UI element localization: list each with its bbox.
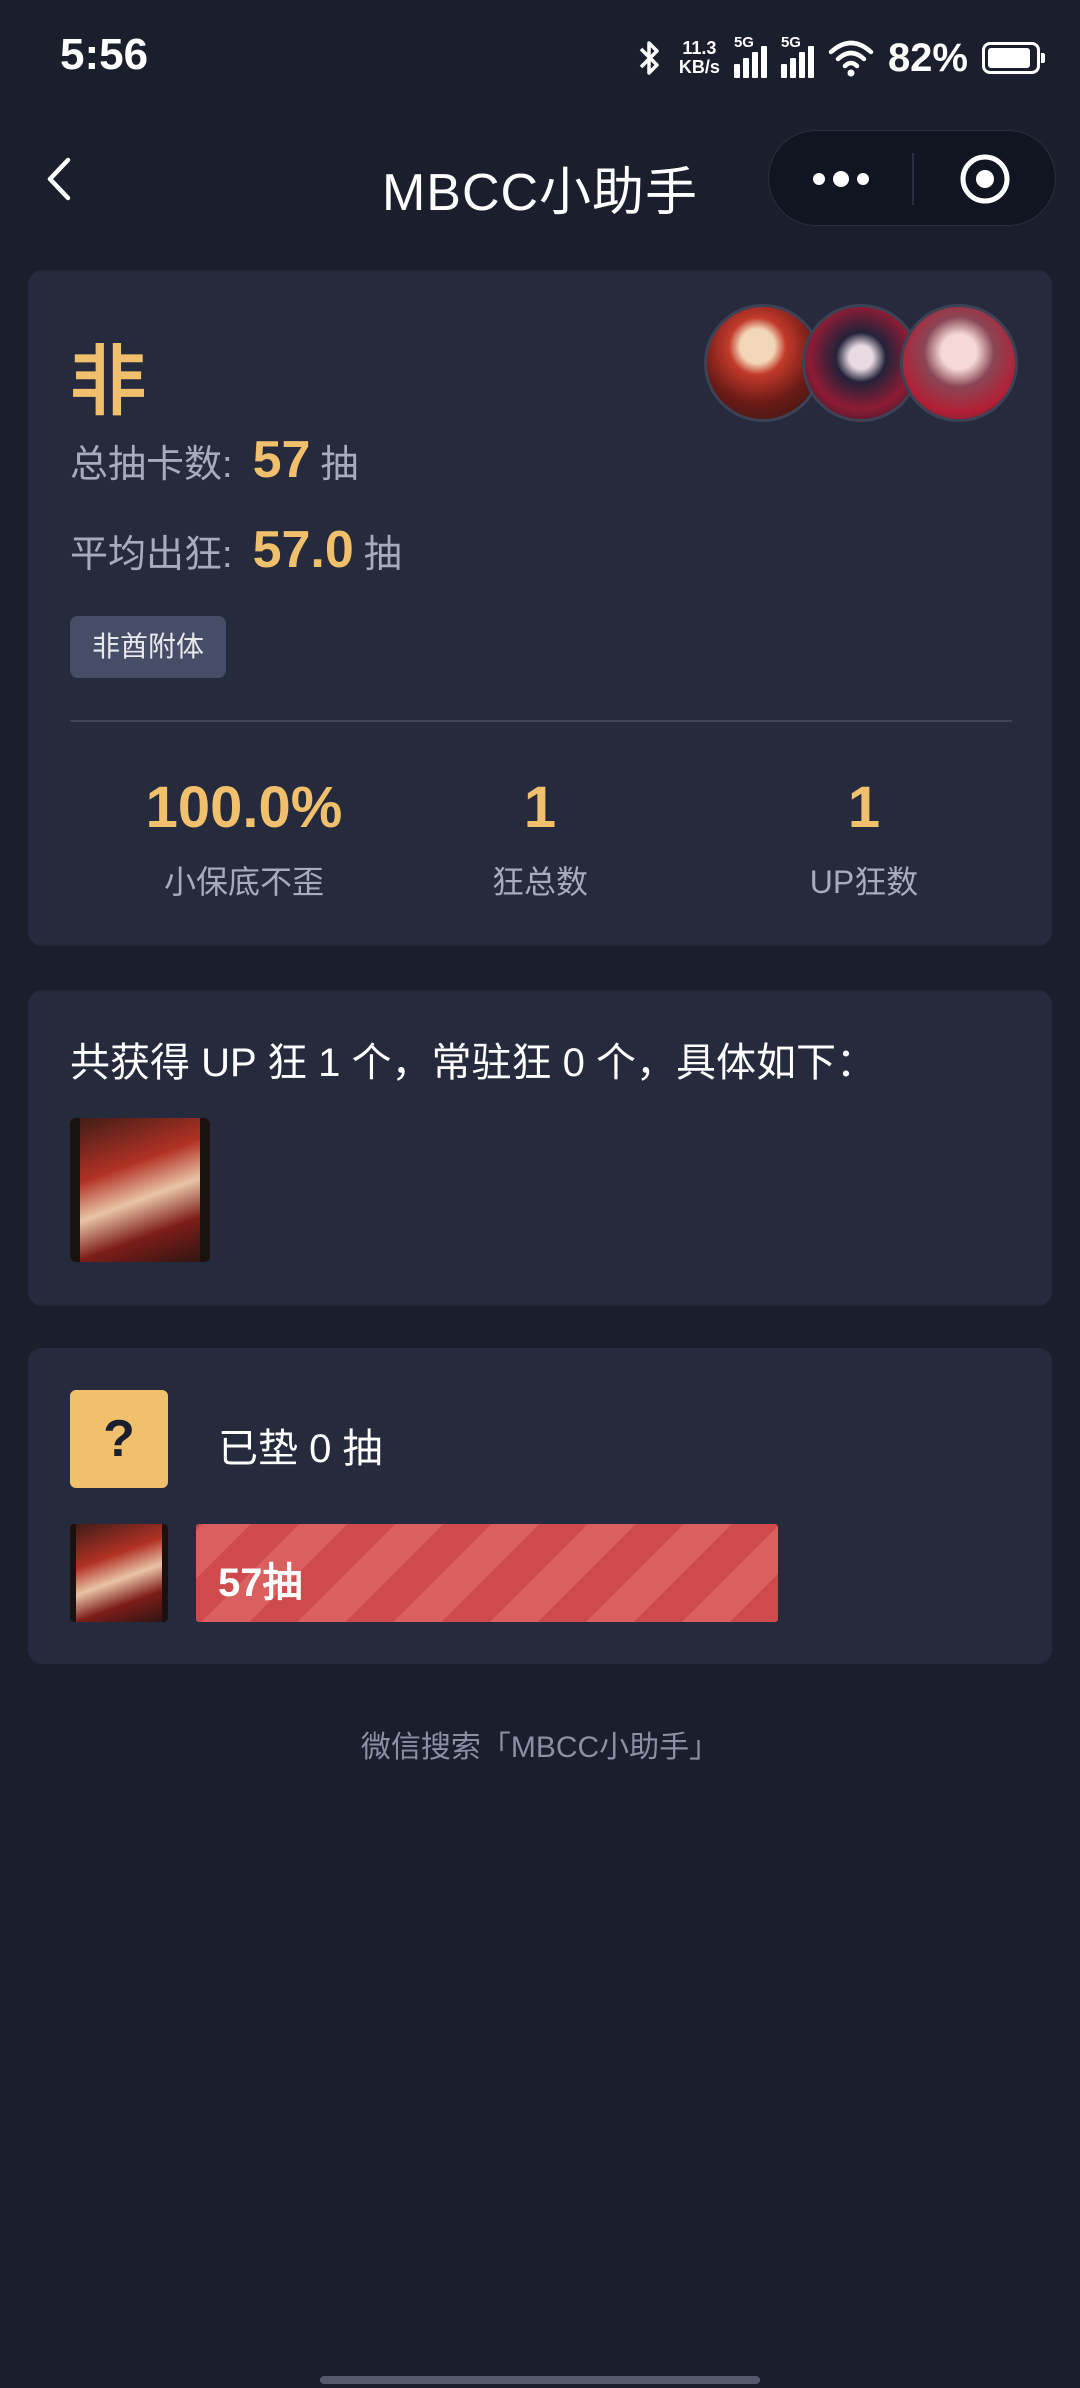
status-bar: 5:56 11.3 KB/s 5G 5G 82%: [0, 0, 1080, 118]
obtained-card: 共获得 UP 狂 1 个，常驻狂 0 个，具体如下：: [28, 990, 1052, 1306]
wifi-icon: [828, 40, 874, 77]
metric-up-count: 1 UP狂数: [809, 775, 919, 900]
pull-count-label: 57抽: [218, 1561, 303, 1605]
status-icons: 11.3 KB/s 5G 5G 82%: [635, 28, 1045, 88]
status-badge: 非酋附体: [70, 616, 227, 678]
close-miniprogram-icon[interactable]: [959, 153, 1011, 205]
home-indicator[interactable]: [320, 2376, 760, 2384]
total-pulls: 总抽卡数: 57 抽: [70, 431, 359, 489]
signal-icon-2: 5G: [780, 34, 814, 78]
metric-no-lose-rate: 100.0% 小保底不歪: [145, 775, 343, 900]
divider: [70, 720, 1012, 722]
pity-count: 已垫 0 抽: [218, 1427, 383, 1471]
avatar: [900, 304, 1018, 422]
average-pulls: 平均出狂: 57.0 抽: [70, 521, 402, 579]
unknown-character-icon: ?: [70, 1390, 168, 1488]
summary-card: 非 总抽卡数: 57 抽 平均出狂: 57.0 抽 非酋附体 100.0% 小保…: [28, 270, 1052, 946]
character-avatars: [704, 304, 1024, 428]
character-portrait[interactable]: [70, 1118, 210, 1262]
luck-rank: 非: [70, 340, 146, 425]
metric-total-count: 1 狂总数: [491, 775, 588, 900]
obtained-summary: 共获得 UP 狂 1 个，常驻狂 0 个，具体如下：: [70, 1041, 877, 1085]
capsule-divider: [912, 153, 914, 205]
battery-icon: [982, 42, 1045, 74]
signal-icon: 5G: [733, 34, 767, 78]
more-options-icon[interactable]: [809, 167, 873, 191]
pull-count-bar: 57抽: [196, 1524, 778, 1622]
pity-card: ? 已垫 0 抽 57抽: [28, 1348, 1052, 1664]
network-speed: 11.3 KB/s: [678, 38, 720, 77]
bluetooth-icon: [639, 41, 659, 75]
battery-percent: 82%: [887, 35, 968, 80]
miniprogram-capsule: [768, 130, 1056, 226]
clock: 5:56: [60, 30, 149, 79]
footer-text: 微信搜索「MBCC小助手」: [360, 1731, 720, 1764]
character-thumbnail: [70, 1524, 168, 1622]
nav-bar: MBCC小助手: [0, 118, 1080, 238]
